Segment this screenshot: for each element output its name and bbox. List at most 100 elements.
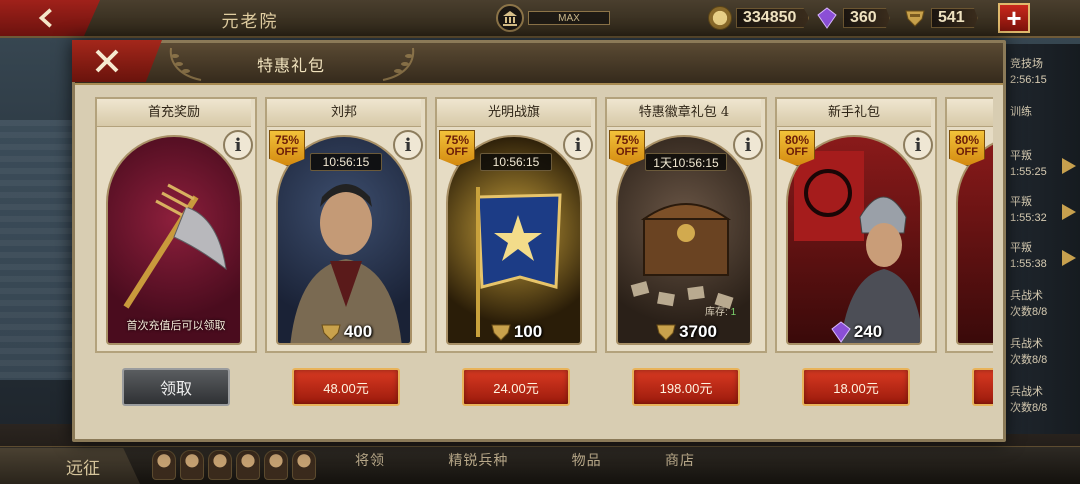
side-item[interactable]: 兵战术 次数8/8 <box>1010 336 1080 368</box>
buy-button[interactable]: 24.00元 <box>462 368 570 406</box>
discount-percent: 80% <box>784 133 810 147</box>
discount-label: OFF <box>616 146 638 158</box>
buy-button[interactable]: 198.00元 <box>632 368 740 406</box>
side-item-label: 兵战术 <box>1010 386 1043 398</box>
discount-badge: 80% OFF <box>949 130 985 166</box>
stock-value: 1 <box>730 307 737 318</box>
info-button[interactable]: i <box>393 130 423 160</box>
dialog-title: 特惠礼包 <box>256 56 325 75</box>
gem-icon <box>815 6 839 30</box>
card-caption: 首次充值后可以领取 <box>126 320 226 332</box>
coins-resource[interactable]: 334850 <box>708 5 810 31</box>
reward-amount: 400 <box>265 321 427 343</box>
offer-card-starter-pack[interactable]: 新手礼包 80% OFF i 240 <box>775 97 937 353</box>
hero-portrait[interactable] <box>236 450 260 480</box>
side-item-label: 训练 <box>1010 106 1032 118</box>
card-title: 刘邦 <box>267 99 421 127</box>
back-button[interactable] <box>0 0 100 36</box>
offer-card-liubang[interactable]: 刘邦 75% OFF 10:56:15 i 400 <box>265 97 427 353</box>
coin-icon <box>708 6 732 30</box>
reward-value: 400 <box>343 322 373 341</box>
side-item[interactable]: 竞技场 2:56:15 <box>1010 56 1080 88</box>
warrior-portrait <box>786 135 922 345</box>
tab-items[interactable]: 物品 <box>572 450 602 470</box>
buy-button-partial[interactable] <box>972 368 993 406</box>
coins-value: 334850 <box>736 8 810 28</box>
stock-indicator: 库存: 1 <box>705 303 736 318</box>
offer-carousel[interactable]: 首充奖励 首次充值后可以领取 i 领取 刘邦 75% OFF 10:56:15 … <box>95 97 993 407</box>
card-title: 光明战旗 <box>437 99 591 127</box>
side-item[interactable]: 平叛 1:55:32 <box>1010 194 1080 226</box>
discount-percent: 75% <box>444 133 470 147</box>
medal-icon <box>656 324 676 341</box>
medal-icon <box>321 324 341 341</box>
side-item-label: 竞技场 <box>1010 58 1043 70</box>
discount-label: OFF <box>956 146 978 158</box>
side-item-timer: 2:56:15 <box>1010 74 1047 86</box>
discount-badge: 75% OFF <box>609 130 645 166</box>
card-title: 特惠徽章礼包 4 <box>607 99 761 127</box>
side-item-count: 次数8/8 <box>1010 402 1048 414</box>
medal-icon <box>491 324 511 341</box>
discount-percent: 80% <box>954 133 980 147</box>
hero-portrait[interactable] <box>208 450 232 480</box>
discount-label: OFF <box>276 146 298 158</box>
info-button[interactable]: i <box>223 130 253 160</box>
card-title: 新手礼包 <box>777 99 931 127</box>
hero-portraits <box>152 450 316 480</box>
medals-resource[interactable]: 541 <box>903 5 978 31</box>
dialog-header: 特惠礼包 <box>75 43 1003 85</box>
hero-portrait[interactable] <box>264 450 288 480</box>
countdown-timer: 1天10:56:15 <box>645 153 727 171</box>
reward-value: 240 <box>853 322 883 341</box>
side-item-count: 次数8/8 <box>1010 354 1048 366</box>
discount-label: OFF <box>446 146 468 158</box>
countdown-timer: 10:56:15 <box>310 153 382 171</box>
buy-button[interactable]: 18.00元 <box>802 368 910 406</box>
offer-card-first-recharge[interactable]: 首充奖励 首次充值后可以领取 i <box>95 97 257 353</box>
side-event-list: 竞技场 2:56:15 训练 平叛 1:55:25 平叛 1:55:32 平叛 … <box>1004 44 1080 434</box>
side-item[interactable]: 平叛 1:55:38 <box>1010 240 1080 272</box>
hero-portrait[interactable] <box>152 450 176 480</box>
side-item[interactable]: 兵战术 次数8/8 <box>1010 288 1080 320</box>
reward-amount: 240 <box>775 321 937 343</box>
close-icon <box>95 49 119 73</box>
discount-percent: 75% <box>274 133 300 147</box>
side-item[interactable]: 平叛 1:55:25 <box>1010 148 1080 180</box>
claim-button[interactable]: 领取 <box>122 368 230 406</box>
reward-value: 3700 <box>679 322 717 341</box>
offer-card-partial[interactable]: 80% OFF <box>945 97 993 353</box>
buy-button[interactable]: 48.00元 <box>292 368 400 406</box>
side-item[interactable]: 兵战术 次数8/8 <box>1010 384 1080 416</box>
back-arrow-icon <box>38 8 52 28</box>
medals-value: 541 <box>931 8 978 28</box>
max-label: MAX <box>528 11 610 25</box>
discount-badge: 75% OFF <box>439 130 475 166</box>
gems-value: 360 <box>843 8 890 28</box>
offer-card-banner[interactable]: 光明战旗 75% OFF 10:56:15 i 100 <box>435 97 597 353</box>
play-arrow-icon[interactable] <box>1062 204 1076 220</box>
hero-portrait[interactable] <box>180 450 204 480</box>
laurel-icon <box>169 47 202 81</box>
laurel-icon <box>382 47 415 81</box>
play-arrow-icon[interactable] <box>1062 158 1076 174</box>
add-resource-button[interactable]: + <box>998 3 1030 33</box>
medal-icon <box>903 6 927 30</box>
reward-amount: 3700 <box>605 321 767 343</box>
info-button[interactable]: i <box>903 130 933 160</box>
tab-elite-units[interactable]: 精锐兵种 <box>448 450 508 470</box>
special-offer-dialog: 特惠礼包 首充奖励 首次充值后可以领取 i 领取 刘邦 75% OFF 10:5… <box>72 40 1006 442</box>
top-bar: 元老院 MAX 334850 360 541 + <box>0 0 1080 38</box>
info-button[interactable]: i <box>733 130 763 160</box>
side-item[interactable]: 训练 <box>1010 104 1080 120</box>
bottom-tabs: 将领 精锐兵种 物品 商店 <box>355 450 695 470</box>
play-arrow-icon[interactable] <box>1062 250 1076 266</box>
expedition-button[interactable]: 远征 <box>0 448 140 484</box>
gems-resource[interactable]: 360 <box>815 5 890 31</box>
info-button[interactable]: i <box>563 130 593 160</box>
hero-portrait[interactable] <box>292 450 316 480</box>
tab-shop[interactable]: 商店 <box>665 450 695 470</box>
axe-artwork <box>106 135 242 345</box>
offer-card-badge-pack[interactable]: 特惠徽章礼包 4 75% OFF 1天10:56:15 i 库存: 1 3700 <box>605 97 767 353</box>
tab-generals[interactable]: 将领 <box>355 450 385 470</box>
